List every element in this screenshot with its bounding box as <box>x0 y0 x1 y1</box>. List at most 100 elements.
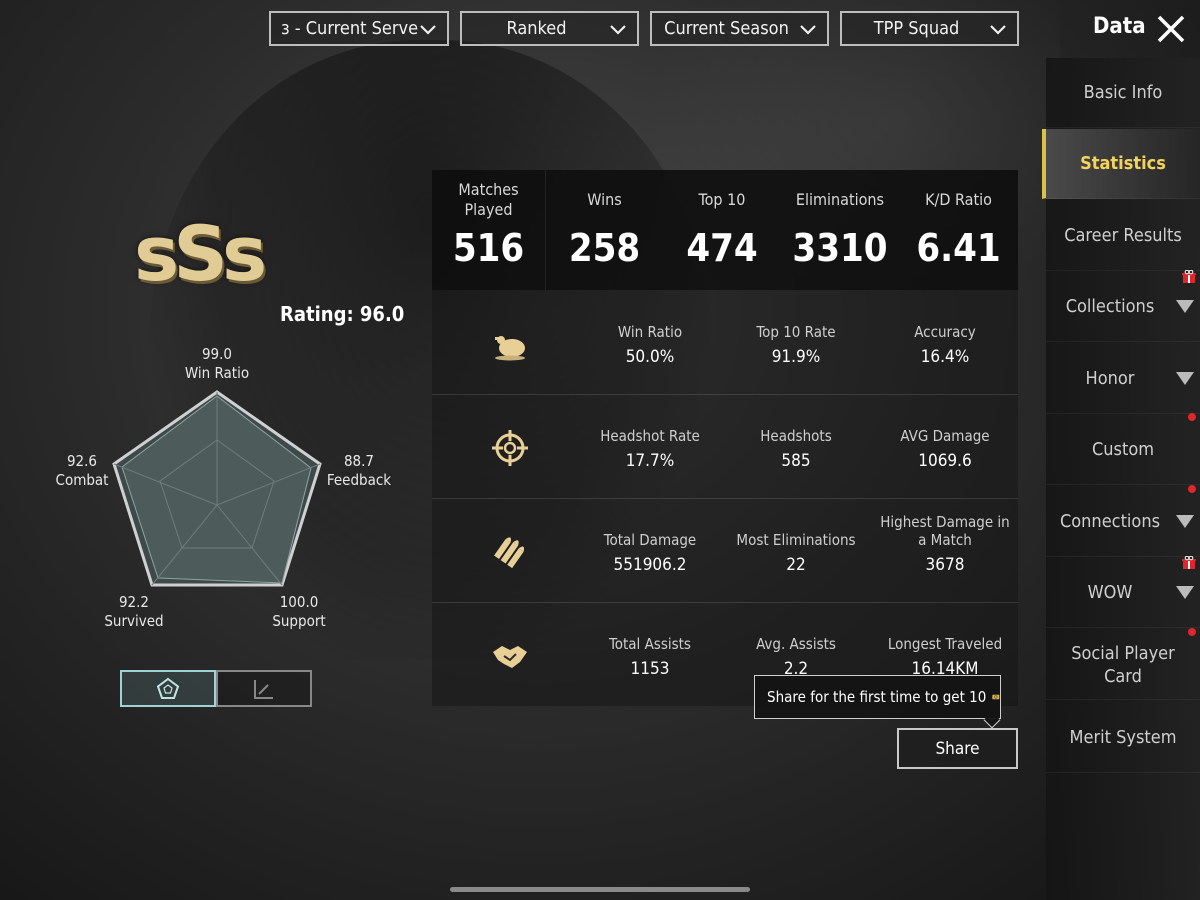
sidebar-item-statistics[interactable]: Statistics <box>1042 129 1200 199</box>
sidebar-item-career-results[interactable]: Career Results <box>1046 201 1200 271</box>
axis-label-text: Win Ratio <box>184 364 250 382</box>
stats-panel: Matches Played 516 Wins 258 Top 10 474 E… <box>432 170 1018 706</box>
close-icon[interactable] <box>1155 13 1187 45</box>
expand-arrow-icon <box>1176 372 1194 385</box>
home-indicator[interactable] <box>450 887 750 892</box>
stat-cell: Win Ratio 50.0% <box>575 323 725 367</box>
share-button[interactable]: Share <box>897 728 1018 769</box>
sidebar: Basic Info Statistics Career Results Col… <box>1042 58 1200 900</box>
sidebar-item-label: Merit System <box>1069 727 1177 748</box>
stat-wins: Wins 258 <box>546 170 663 290</box>
stat-label: Total Assists <box>609 635 691 653</box>
stat-cell: Highest Damage in a Match 3678 <box>870 513 1020 575</box>
notification-dot <box>1188 413 1196 421</box>
season-dropdown-label: Current Season <box>664 18 789 39</box>
stat-value: 551906.2 <box>613 555 687 575</box>
sidebar-item-label: Career Results <box>1064 225 1182 246</box>
stat-value: 3310 <box>792 226 888 270</box>
stats-row: Headshot Rate 17.7% Headshots 585 AVG Da… <box>432 395 1018 499</box>
axis-value: 92.2 <box>118 593 150 611</box>
stat-label: K/D Ratio <box>925 190 992 209</box>
axis-label-text: Feedback <box>326 471 392 489</box>
sidebar-item-collections[interactable]: Collections <box>1046 270 1200 342</box>
radar-view-button[interactable] <box>120 670 216 707</box>
sidebar-item-merit-system[interactable]: Merit System <box>1046 703 1200 773</box>
gift-icon <box>1182 556 1196 569</box>
stat-label: Headshot Rate <box>600 427 700 445</box>
axis-value: 100.0 <box>279 593 319 611</box>
expand-arrow-icon <box>1176 586 1194 599</box>
stat-value: 1069.6 <box>918 451 972 471</box>
stat-value: 1153 <box>630 659 670 679</box>
chicken-icon <box>495 336 525 361</box>
stat-cell: Most Eliminations 22 <box>721 531 871 575</box>
radar-chart: 99.0 Win Ratio 88.7 Feedback 100.0 Suppo… <box>50 340 410 640</box>
sidebar-item-honor[interactable]: Honor <box>1046 344 1200 414</box>
season-dropdown[interactable]: Current Season <box>650 11 829 46</box>
sidebar-item-label: Basic Info <box>1083 82 1163 103</box>
axis-support: 100.0 Support <box>254 593 344 631</box>
stat-cell: Headshot Rate 17.7% <box>575 427 725 471</box>
stat-value: 50.0% <box>625 347 675 367</box>
server-dropdown[interactable]: ɜ - Current Serve <box>269 11 449 46</box>
stat-label: Top 10 Rate <box>756 323 836 341</box>
trend-view-button[interactable] <box>216 670 312 707</box>
rating-value: Rating: 96.0 <box>280 302 405 326</box>
server-dropdown-label: ɜ - Current Serve <box>281 18 419 39</box>
stat-cell: AVG Damage 1069.6 <box>870 427 1020 471</box>
stat-value: 516 <box>452 226 525 270</box>
stat-value: 585 <box>781 451 811 471</box>
sidebar-item-label: Collections <box>1065 296 1155 317</box>
stat-label: Avg. Assists <box>756 635 836 653</box>
line-chart-icon <box>254 679 273 699</box>
stat-matches-played: Matches Played 516 <box>432 170 546 290</box>
squad-dropdown[interactable]: TPP Squad <box>840 11 1019 46</box>
stat-label: Win Ratio <box>617 323 683 341</box>
sidebar-item-connections[interactable]: Connections <box>1046 485 1200 557</box>
axis-label-text: Survived <box>104 612 164 630</box>
stat-cell: Headshots 585 <box>721 427 871 471</box>
stat-cell: Top 10 Rate 91.9% <box>721 323 871 367</box>
stat-label: AVG Damage <box>900 427 990 445</box>
pentagon-icon <box>156 677 180 699</box>
stat-label: Longest Traveled <box>887 635 1003 653</box>
stat-value: 16.4% <box>920 347 970 367</box>
stat-label: Eliminations <box>795 190 885 209</box>
stat-label: Wins <box>587 190 622 209</box>
stat-label: Highest Damage in a Match <box>880 513 1010 549</box>
stat-label: Accuracy <box>914 323 976 341</box>
axis-value: 92.6 <box>66 452 98 470</box>
page-title: Data <box>1093 14 1146 39</box>
expand-arrow-icon <box>1176 515 1194 528</box>
stat-label: Top 10 <box>698 190 746 209</box>
bullets-icon <box>494 537 525 569</box>
chart-view-toggle <box>120 670 312 707</box>
mode-dropdown-label: Ranked <box>506 18 567 39</box>
coupon-icon <box>992 694 1000 700</box>
stat-value: 474 <box>686 226 758 270</box>
stat-cell: Accuracy 16.4% <box>870 323 1020 367</box>
stat-cell: Longest Traveled 16.14KM <box>870 635 1020 679</box>
tooltip-tail <box>983 711 1001 729</box>
sidebar-item-label: Connections <box>1059 511 1161 532</box>
stat-cell: Total Assists 1153 <box>575 635 725 679</box>
filter-bar: ɜ - Current Serve Ranked Current Season … <box>269 11 1019 46</box>
axis-feedback: 88.7 Feedback <box>314 452 404 490</box>
sidebar-item-wow[interactable]: WOW <box>1046 556 1200 628</box>
notification-dot <box>1188 485 1196 493</box>
stat-value: 22 <box>786 555 806 575</box>
axis-win-ratio: 99.0 Win Ratio <box>172 345 262 383</box>
stat-label: Total Damage <box>603 531 697 549</box>
expand-arrow-icon <box>1176 300 1194 313</box>
notification-dot <box>1188 628 1196 636</box>
mode-dropdown[interactable]: Ranked <box>460 11 639 46</box>
stat-label: Matches Played <box>458 180 519 219</box>
sidebar-item-social-player-card[interactable]: Social Player Card <box>1046 628 1200 700</box>
grade-badge: sSs <box>134 209 267 298</box>
squad-dropdown-label: TPP Squad <box>873 18 960 39</box>
axis-value: 99.0 <box>201 345 233 363</box>
sidebar-item-custom[interactable]: Custom <box>1046 413 1200 485</box>
sidebar-item-basic-info[interactable]: Basic Info <box>1046 58 1200 128</box>
sidebar-item-label: Statistics <box>1080 153 1166 174</box>
stat-value: 258 <box>568 226 641 270</box>
